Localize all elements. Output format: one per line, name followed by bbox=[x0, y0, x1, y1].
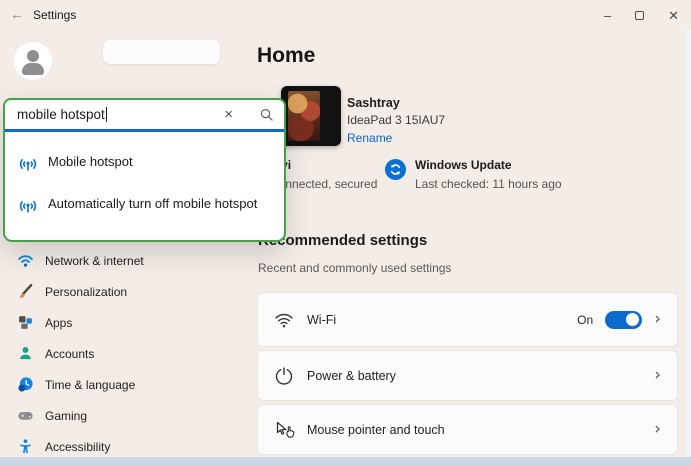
device-wallpaper bbox=[288, 91, 320, 141]
accessibility-person-icon bbox=[17, 438, 34, 455]
status-strip: Vivi Connected, secured Windows Update L… bbox=[257, 158, 677, 191]
sidebar-item-personalization[interactable]: Personalization bbox=[0, 276, 240, 307]
wifi-icon bbox=[274, 310, 294, 330]
sidebar-item-gaming[interactable]: Gaming bbox=[0, 400, 240, 431]
sidebar-nav: Network & internet Personalization Apps … bbox=[0, 245, 240, 462]
device-model: IdeaPad 3 15IAU7 bbox=[347, 113, 446, 127]
search-query-text: mobile hotspot bbox=[17, 107, 107, 122]
setting-row-wifi[interactable]: Wi-Fi On › bbox=[257, 292, 678, 347]
user-avatar[interactable] bbox=[14, 42, 52, 80]
scrollbar-track[interactable] bbox=[686, 30, 691, 457]
maximize-button[interactable] bbox=[635, 10, 645, 20]
setting-row-label: Wi-Fi bbox=[307, 312, 337, 327]
search-result-mobile-hotspot[interactable]: Mobile hotspot bbox=[5, 142, 284, 184]
apps-grid-icon bbox=[17, 314, 34, 331]
mobile-hotspot-icon bbox=[17, 196, 39, 216]
titlebar: ← Settings – ✕ bbox=[0, 0, 691, 30]
wifi-toggle[interactable] bbox=[605, 310, 643, 329]
search-result-label: Mobile hotspot bbox=[48, 154, 133, 169]
clock-globe-icon bbox=[17, 376, 34, 393]
sidebar-item-label: Apps bbox=[45, 315, 73, 330]
toggle-knob bbox=[626, 313, 640, 326]
power-icon bbox=[274, 366, 294, 386]
avatar-person-icon bbox=[27, 50, 39, 62]
windows-update-title: Windows Update bbox=[415, 158, 512, 172]
page-title: Home bbox=[257, 44, 316, 67]
sidebar-item-label: Network & internet bbox=[45, 253, 144, 268]
toggle-state-label: On bbox=[577, 312, 594, 327]
account-name-box bbox=[103, 40, 220, 64]
setting-row-power-battery[interactable]: Power & battery › bbox=[257, 350, 678, 401]
window-title: Settings bbox=[33, 8, 77, 22]
setting-row-label: Power & battery bbox=[307, 368, 396, 383]
sidebar-item-accounts[interactable]: Accounts bbox=[0, 338, 240, 369]
person-icon bbox=[17, 345, 34, 362]
wifi-icon bbox=[17, 252, 34, 269]
close-button[interactable]: ✕ bbox=[668, 9, 679, 22]
sidebar-item-label: Gaming bbox=[45, 408, 88, 423]
setting-row-label: Mouse pointer and touch bbox=[307, 422, 445, 437]
wifi-ssid: Vivi bbox=[270, 158, 377, 172]
paintbrush-icon bbox=[17, 283, 34, 300]
chevron-right-icon: › bbox=[654, 419, 661, 439]
mobile-hotspot-icon bbox=[17, 154, 39, 174]
recommended-settings-subtitle: Recent and commonly used settings bbox=[258, 261, 452, 275]
sidebar-item-label: Accessibility bbox=[45, 439, 111, 454]
sidebar-item-label: Personalization bbox=[45, 284, 128, 299]
search-flyout: mobile hotspot × Mobile hotspot Automati… bbox=[3, 98, 286, 242]
sidebar-item-apps[interactable]: Apps bbox=[0, 307, 240, 338]
avatar-person-icon bbox=[22, 63, 44, 75]
search-result-label: Automatically turn off mobile hotspot bbox=[48, 196, 258, 211]
text-caret bbox=[105, 107, 107, 122]
device-name: Sashtray bbox=[347, 96, 400, 110]
windows-update-icon bbox=[385, 159, 406, 180]
setting-row-mouse-pointer-touch[interactable]: Mouse pointer and touch › bbox=[257, 404, 678, 455]
sidebar-item-network-internet[interactable]: Network & internet bbox=[0, 245, 240, 276]
settings-search-input[interactable]: mobile hotspot × bbox=[3, 98, 286, 129]
clear-search-icon[interactable]: × bbox=[224, 106, 233, 123]
back-button[interactable]: ← bbox=[10, 6, 24, 22]
mouse-pointer-touch-icon bbox=[274, 420, 295, 440]
sidebar-item-time-language[interactable]: Time & language bbox=[0, 369, 240, 400]
windows-update-block[interactable]: Windows Update Last checked: 11 hours ag… bbox=[385, 158, 562, 191]
settings-window: ← Settings – ✕ Network & internet Person… bbox=[0, 0, 691, 466]
gamepad-icon bbox=[17, 407, 34, 424]
search-results-list: Mobile hotspot Automatically turn off mo… bbox=[3, 132, 286, 242]
search-result-auto-turn-off-hotspot[interactable]: Automatically turn off mobile hotspot bbox=[5, 184, 284, 226]
sidebar-item-label: Accounts bbox=[45, 346, 95, 361]
device-info: Sashtray IdeaPad 3 15IAU7 Rename bbox=[347, 96, 445, 145]
window-bottom-edge bbox=[0, 457, 691, 466]
wifi-connection-status: Connected, secured bbox=[270, 177, 378, 191]
rename-link[interactable]: Rename bbox=[347, 131, 445, 145]
search-icon[interactable] bbox=[259, 107, 274, 122]
sidebar-item-label: Time & language bbox=[45, 377, 136, 392]
device-image bbox=[281, 86, 341, 146]
windows-update-status: Last checked: 11 hours ago bbox=[415, 177, 562, 191]
minimize-button[interactable]: – bbox=[604, 9, 611, 22]
window-controls: – ✕ bbox=[604, 0, 679, 30]
chevron-right-icon: › bbox=[654, 309, 661, 329]
chevron-right-icon: › bbox=[654, 365, 661, 385]
